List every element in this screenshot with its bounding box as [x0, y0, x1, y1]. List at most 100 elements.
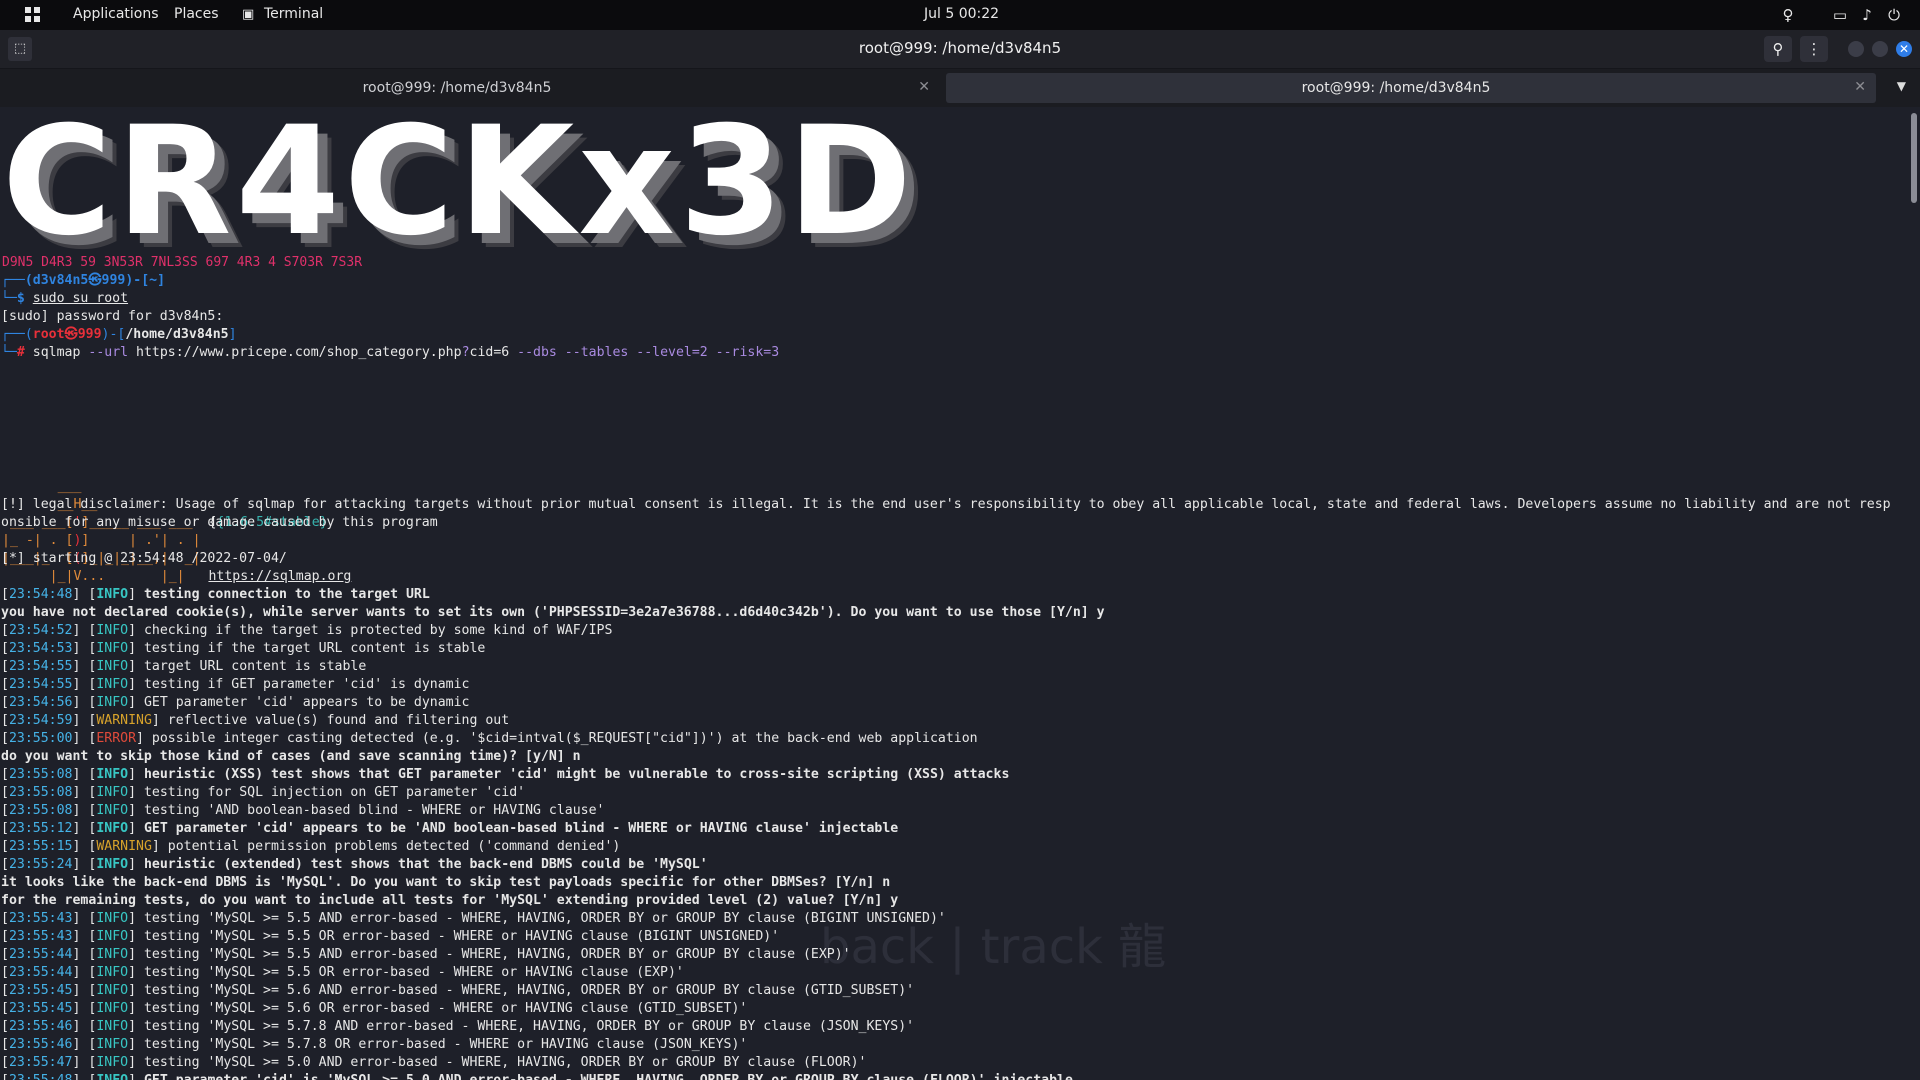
log-level: INFO	[96, 623, 129, 638]
log-message: GET parameter 'cid' appears to be 'AND b…	[143, 821, 899, 836]
log-message: target URL content is stable	[143, 659, 367, 674]
tab-close-icon[interactable]: ✕	[1854, 79, 1866, 95]
log-timestamp: 23:55:08	[8, 785, 73, 800]
log-line: [23:55:44] [INFO] testing 'MySQL >= 5.5 …	[1, 947, 851, 962]
clock[interactable]: Jul 5 00:22	[924, 6, 999, 22]
log-line: [23:54:53] [INFO] testing if the target …	[1, 641, 486, 656]
log-prompt-text: you have not declared cookie(s), while s…	[1, 605, 1105, 620]
minimize-icon[interactable]	[1848, 41, 1864, 57]
log-level: INFO	[96, 659, 129, 674]
scrollbar-thumb[interactable]	[1911, 113, 1917, 203]
log-message: potential permission problems detected (…	[167, 839, 621, 854]
menu-kebab-icon[interactable]: ⋮	[1800, 36, 1828, 62]
apps-grid-icon[interactable]	[25, 7, 41, 23]
log-level: INFO	[96, 965, 129, 980]
prompt-line-root: ┌──(root㉿999)-[/home/d3v84n5]	[1, 327, 237, 342]
log-level: ERROR	[96, 731, 137, 746]
log-message: checking if the target is protected by s…	[143, 623, 613, 638]
log-line: for the remaining tests, do you want to …	[1, 892, 1906, 910]
chevron-down-icon[interactable]: ▼	[1897, 79, 1906, 93]
window-title: root@999: /home/d3v84n5	[858, 39, 1062, 57]
log-level: INFO	[96, 1001, 129, 1016]
log-level: INFO	[96, 785, 129, 800]
log-message: GET parameter 'cid' appears to be dynami…	[143, 695, 470, 710]
log-line: [23:55:08] [INFO] testing for SQL inject…	[1, 785, 526, 800]
cmd-flags: --dbs --tables --level=2 --risk=3	[517, 345, 780, 360]
log-line: [23:55:45] [INFO] testing 'MySQL >= 5.6 …	[1, 983, 915, 998]
log-message: heuristic (extended) test shows that the…	[143, 857, 708, 872]
log-prompt-text: for the remaining tests, do you want to …	[1, 893, 899, 908]
log-line: do you want to skip those kind of cases …	[1, 748, 1906, 766]
log-line: [23:54:55] [INFO] target URL content is …	[1, 659, 367, 674]
log-message: testing if the target URL content is sta…	[143, 641, 486, 656]
log-timestamp: 23:55:46	[8, 1019, 73, 1034]
log-level: INFO	[96, 587, 129, 602]
prompt-root: root㉿999	[32, 327, 102, 342]
command-text: sudo su root	[32, 291, 129, 306]
log-timestamp: 23:54:52	[8, 623, 73, 638]
scrollbar[interactable]	[1908, 107, 1920, 1080]
log-timestamp: 23:55:43	[8, 911, 73, 926]
terminal-output[interactable]: back | track 龍 CR4CKx3D D9N5 D4R3 59 3N5…	[0, 107, 1908, 1080]
log-level: INFO	[96, 929, 129, 944]
log-timestamp: 23:55:43	[8, 929, 73, 944]
log-timestamp: 23:55:08	[8, 803, 73, 818]
log-message: testing 'MySQL >= 5.5 OR error-based - W…	[143, 965, 684, 980]
log-timestamp: 23:54:48	[8, 587, 73, 602]
tab-label: root@999: /home/d3v84n5	[362, 80, 552, 96]
log-level: INFO	[96, 803, 129, 818]
log-level: INFO	[96, 641, 129, 656]
log-level: INFO	[96, 983, 129, 998]
search-icon[interactable]: ⚲	[1764, 36, 1792, 62]
command-line: └─$ sudo su root	[1, 291, 129, 306]
log-line: [23:55:46] [INFO] testing 'MySQL >= 5.7.…	[1, 1037, 748, 1052]
display-icon[interactable]: ▭	[1831, 6, 1849, 24]
terminal-menu[interactable]: Terminal	[264, 6, 323, 22]
log-timestamp: 23:55:44	[8, 965, 73, 980]
power-icon[interactable]: ⏻	[1885, 6, 1903, 24]
log-timestamp: 23:55:45	[8, 1001, 73, 1016]
log-line: [23:55:44] [INFO] testing 'MySQL >= 5.5 …	[1, 965, 684, 980]
log-level: INFO	[96, 1019, 129, 1034]
maximize-icon[interactable]	[1872, 41, 1888, 57]
log-level: INFO	[96, 695, 129, 710]
disclaimer-line: [!] legal disclaimer: Usage of sqlmap fo…	[1, 497, 1891, 512]
accessibility-icon[interactable]: ♀	[1779, 6, 1797, 24]
tab-2[interactable]: root@999: /home/d3v84n5 ✕	[946, 73, 1876, 103]
log-line: [23:55:08] [INFO] heuristic (XSS) test s…	[1, 767, 1010, 782]
log-timestamp: 23:55:15	[8, 839, 73, 854]
log-message: testing 'MySQL >= 5.6 OR error-based - W…	[143, 1001, 748, 1016]
cmd-name: sqlmap	[32, 345, 81, 360]
log-timestamp: 23:55:44	[8, 947, 73, 962]
log-line: you have not declared cookie(s), while s…	[1, 604, 1906, 622]
log-line: [23:55:47] [INFO] testing 'MySQL >= 5.0 …	[1, 1055, 867, 1070]
log-level: INFO	[96, 1055, 129, 1070]
volume-icon[interactable]: ♪	[1858, 6, 1876, 24]
log-timestamp: 23:55:47	[8, 1055, 73, 1070]
tab-1[interactable]: root@999: /home/d3v84n5 ✕	[4, 73, 940, 103]
disclaimer-line: onsible for any misuse or damage caused …	[1, 515, 438, 530]
log-timestamp: 23:55:45	[8, 983, 73, 998]
window-titlebar[interactable]: ⬚ root@999: /home/d3v84n5 ⚲ ⋮ ✕	[0, 30, 1920, 69]
places-menu[interactable]: Places	[174, 6, 219, 22]
prompt-user: (d3v84n5㉿999)-[~]	[24, 273, 166, 288]
log-message: possible integer casting detected (e.g. …	[151, 731, 978, 746]
log-line: [23:55:00] [ERROR] possible integer cast…	[1, 731, 978, 746]
log-timestamp: 23:55:48	[9, 1073, 73, 1080]
prompt-line: ┌──(d3v84n5㉿999)-[~]	[1, 273, 166, 288]
sqlmap-log: [!] legal disclaimer: Usage of sqlmap fo…	[1, 496, 1906, 1080]
cmd-flag-url: --url	[88, 345, 129, 360]
applications-menu[interactable]: Applications	[73, 6, 159, 22]
tab-label: root@999: /home/d3v84n5	[1301, 80, 1491, 96]
log-message: testing for SQL injection on GET paramet…	[143, 785, 526, 800]
log-level: WARNING	[96, 839, 152, 854]
log-level: WARNING	[96, 713, 152, 728]
sqlmap-command: └─# sqlmap --url https://www.pricepe.com…	[1, 345, 780, 360]
log-message: testing 'MySQL >= 5.5 AND error-based - …	[143, 911, 946, 926]
close-icon[interactable]: ✕	[1896, 41, 1912, 57]
tab-close-icon[interactable]: ✕	[918, 79, 930, 95]
log-line: [23:55:45] [INFO] testing 'MySQL >= 5.6 …	[1, 1001, 748, 1016]
log-message: testing 'MySQL >= 5.0 AND error-based - …	[143, 1055, 867, 1070]
log-timestamp: 23:55:08	[8, 767, 73, 782]
log-line: it looks like the back-end DBMS is 'MySQ…	[1, 874, 1906, 892]
